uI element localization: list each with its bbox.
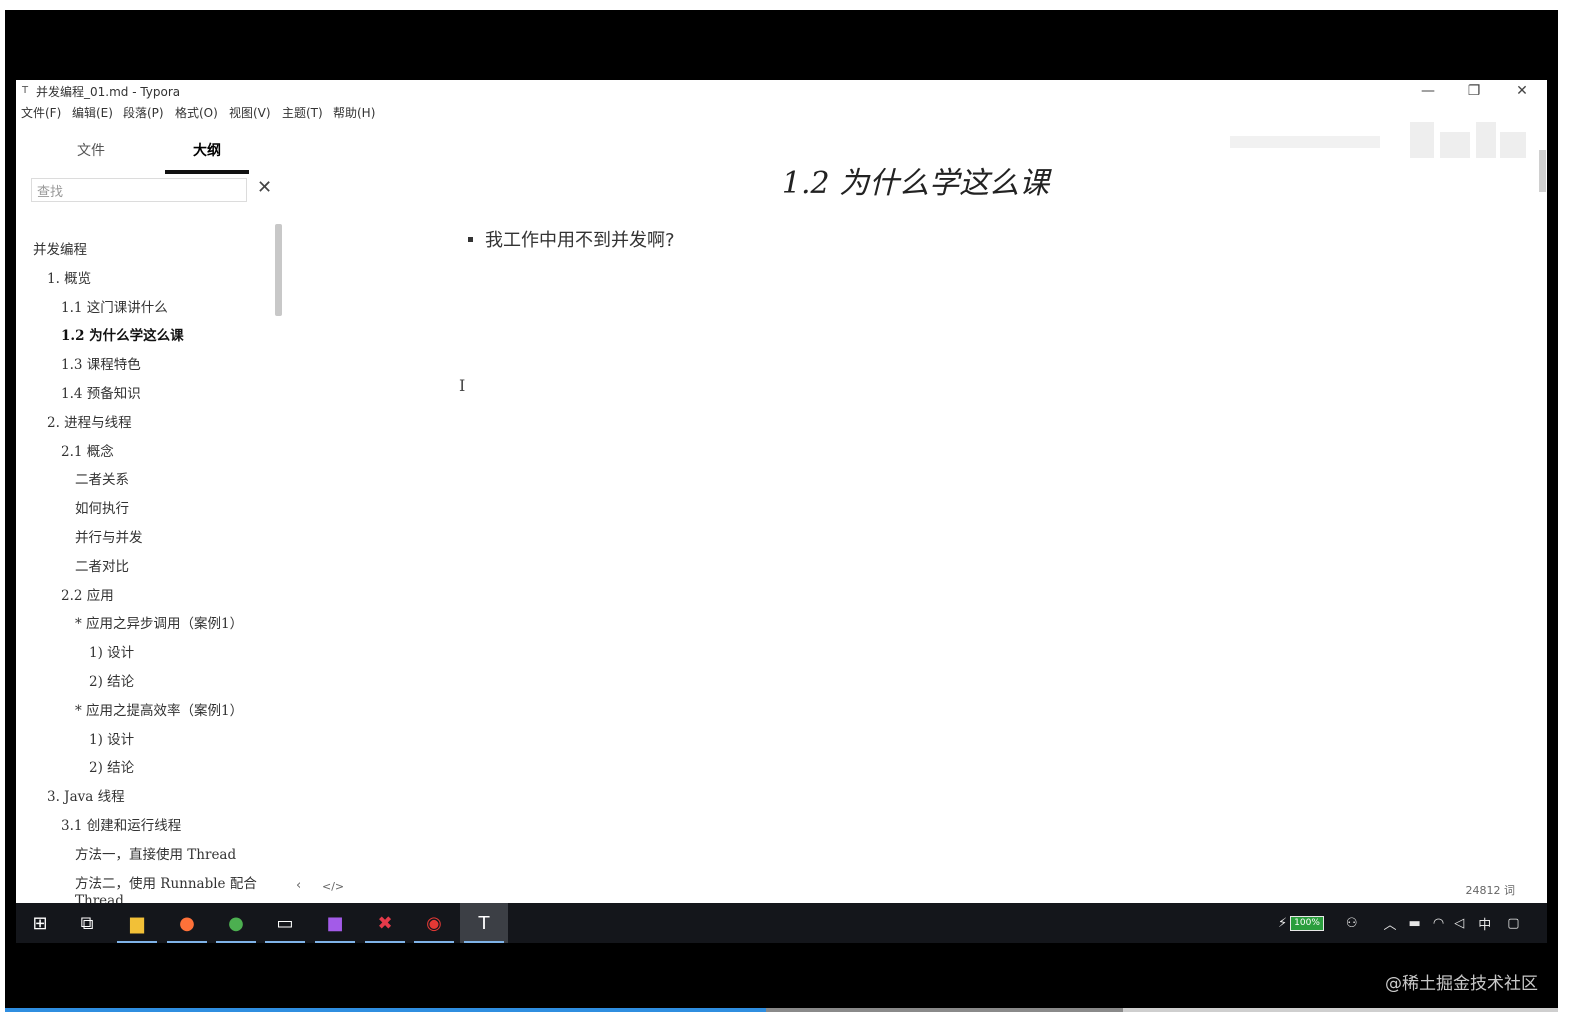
outline-item[interactable]: 二者关系 [75,468,129,488]
taskbar-firefox-icon[interactable]: ● [163,903,211,943]
taskbar-typora-icon[interactable]: T [460,903,508,943]
outline-item[interactable]: 2.2 应用 [61,584,114,604]
menu-edit[interactable]: 编辑(E) [72,104,113,121]
bullet-list-item[interactable]: 我工作中用不到并发啊? [468,226,675,252]
outline-search-input[interactable]: 查找 [31,178,247,202]
task-view-icon: ⧉ [80,912,94,934]
running-indicator [414,941,454,943]
editor-scrollbar[interactable] [1539,150,1546,192]
document-heading[interactable]: 1.2 为什么学这么课 [284,158,1547,202]
outline-item[interactable]: 2) 结论 [89,756,134,776]
chevron-up-icon[interactable]: ︿ [1384,914,1397,933]
bullet-text: 我工作中用不到并发啊? [485,230,675,251]
running-indicator [117,941,157,943]
outline-item[interactable]: Thread [75,893,124,903]
tab-files[interactable]: 文件 [77,140,105,160]
taskbar-recorder-icon[interactable]: ◉ [410,903,458,943]
firefox-icon: ● [179,912,195,934]
taskbar-intellij-icon[interactable]: ■ [311,903,359,943]
chrome-icon: ● [228,912,244,934]
outline-item[interactable]: 1.1 这门课讲什么 [61,296,168,316]
running-indicator [365,941,405,943]
taskbar: ⊞ ⧉ ▆ ● ● ▭ ■ ✖ ◉ T ⚡ 100% ⚇ ︿ ▬ ◠ ◁ 中 ▢ [16,903,1547,943]
windows-start-icon: ⊞ [32,912,48,934]
notification-icon[interactable]: ▢ [1507,916,1519,931]
taskbar-chrome-icon[interactable]: ● [212,903,260,943]
taskbar-windows-start-icon[interactable]: ⊞ [16,903,64,943]
power-icon: ⚡ [1278,915,1288,931]
sidebar: 文件 大纲 查找 ✕ 并发编程 1. 概览 1.1 这门课讲什么 1.2 为什么学这么… [16,126,284,903]
editor-pane[interactable]: 1.2 为什么学这么课 我工作中用不到并发啊? I ‹ </> 24812 词 [284,102,1547,903]
outline-item[interactable]: 1) 设计 [89,641,134,661]
menu-paragraph[interactable]: 段落(P) [123,104,164,121]
volume-icon[interactable]: ◁ [1454,916,1464,931]
running-indicator [167,941,207,943]
minimize-button[interactable]: — [1406,80,1450,102]
text-cursor-icon: I [459,376,466,395]
menu-file[interactable]: 文件(F) [21,104,61,121]
active-tab-indicator [165,170,249,174]
typora-window: T 并发编程_01.md - Typora — ❐ ✕ 文件(F) 编辑(E) … [16,80,1547,903]
clear-search-icon[interactable]: ✕ [257,177,272,198]
xmind-icon: ✖ [377,912,393,934]
video-progress-bar[interactable] [5,1008,766,1012]
typora-app-icon: T [22,85,29,96]
outline-item[interactable]: 方法一，直接使用 Thread [75,843,236,863]
file-explorer-icon: ▆ [130,912,144,934]
outline-item[interactable]: 3.1 创建和运行线程 [61,814,181,834]
tab-outline[interactable]: 大纲 [193,140,221,160]
outline-item[interactable]: 并行与并发 [75,526,143,546]
toggle-sidebar-icon[interactable]: ‹ [296,878,301,893]
outline-item[interactable]: 1.4 预备知识 [61,382,141,402]
bullet-marker [468,236,473,242]
outline-item[interactable]: 并发编程 [33,238,87,258]
ime-indicator[interactable]: 中 [1478,914,1491,933]
system-tray: ⚡ 100% ⚇ ︿ ▬ ◠ ◁ 中 ▢ [1278,903,1520,943]
window-title: 并发编程_01.md - Typora [36,85,181,99]
running-indicator [315,941,355,943]
video-progress-track[interactable] [5,1008,1558,1012]
device-icon[interactable]: ▬ [1409,916,1421,931]
sidebar-scrollbar[interactable] [275,224,282,316]
title-bar: T 并发编程_01.md - Typora — ❐ ✕ [16,80,1547,102]
outline-item[interactable]: 2. 进程与线程 [47,411,132,431]
taskbar-terminal-icon[interactable]: ▭ [261,903,309,943]
outline-item[interactable]: 3. Java 线程 [47,785,125,805]
close-button[interactable]: ✕ [1500,80,1544,102]
outline-item[interactable]: 1.3 课程特色 [61,353,141,373]
intellij-icon: ■ [326,912,344,934]
running-indicator [216,941,256,943]
taskbar-xmind-icon[interactable]: ✖ [361,903,409,943]
taskbar-file-explorer-icon[interactable]: ▆ [113,903,161,943]
menu-view[interactable]: 视图(V) [229,104,271,121]
people-icon[interactable]: ⚇ [1346,916,1358,931]
recorder-icon: ◉ [426,912,442,934]
outline-item[interactable]: * 应用之提高效率（案例1） [75,699,243,719]
menu-format[interactable]: 格式(O) [175,104,218,121]
outline-item[interactable]: 2) 结论 [89,670,134,690]
running-indicator [265,941,305,943]
taskbar-task-view-icon[interactable]: ⧉ [63,903,111,943]
outline-item[interactable]: 1) 设计 [89,728,134,748]
outline-item[interactable]: 如何执行 [75,497,129,517]
typora-icon: T [478,912,490,934]
terminal-icon: ▭ [276,912,294,934]
word-count[interactable]: 24812 词 [1466,882,1516,898]
outline-item[interactable]: 2.1 概念 [61,440,114,460]
battery-indicator[interactable]: 100% [1290,915,1324,931]
outline-item[interactable]: 1.2 为什么学这么课 [61,324,184,344]
video-buffer-bar [765,1008,1124,1012]
outline-item[interactable]: * 应用之异步调用（案例1） [75,612,243,632]
running-indicator [464,941,504,943]
outline-item[interactable]: 方法二，使用 Runnable 配合 [75,872,257,892]
source-mode-icon[interactable]: </> [322,880,344,893]
juejin-watermark: @稀土掘金技术社区 [1385,974,1538,994]
restore-button[interactable]: ❐ [1452,80,1496,102]
outline-item[interactable]: 二者对比 [75,555,129,575]
wifi-icon[interactable]: ◠ [1433,916,1444,931]
outline-item[interactable]: 1. 概览 [47,267,91,287]
